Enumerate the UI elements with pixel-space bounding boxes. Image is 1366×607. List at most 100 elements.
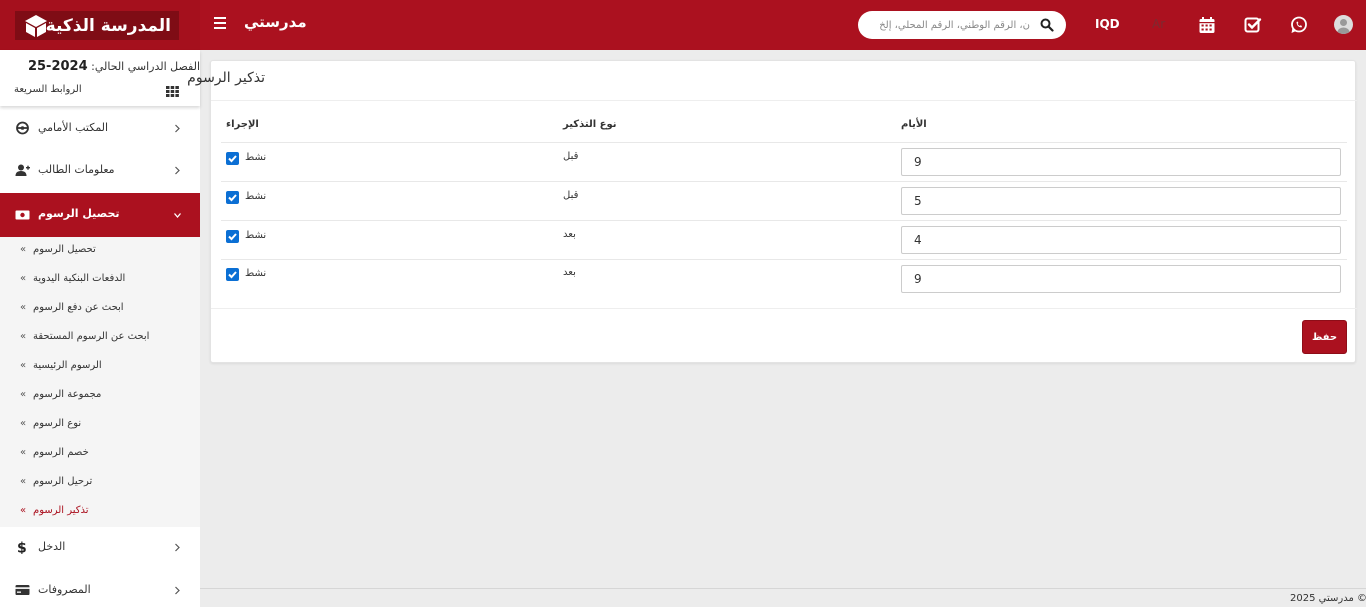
check-icon (228, 155, 237, 163)
active-checkbox[interactable] (226, 268, 239, 281)
days-input[interactable] (901, 265, 1341, 293)
quick-links-label[interactable]: الروابط السريعة (14, 84, 82, 95)
submenu-item-fees-carry-forward[interactable]: « ترحيل الرسوم (0, 469, 200, 498)
check-icon (228, 233, 237, 241)
reminder-type: قبل (563, 151, 579, 162)
active-checkbox[interactable] (226, 191, 239, 204)
submenu-label: تحصيل الرسوم (33, 244, 96, 255)
submenu-label: الرسوم الرئيسية (33, 360, 102, 371)
divider (211, 100, 1357, 101)
column-header-days: الأيام (901, 119, 927, 130)
divider (221, 259, 1347, 260)
submenu-item-collect-fees[interactable]: « تحصيل الرسوم (0, 237, 200, 266)
double-chevron-icon: « (20, 505, 27, 516)
page-footer: مدرستي 2025 © (200, 588, 1366, 607)
chevron-right-icon (175, 166, 180, 175)
save-button[interactable]: حفظ (1302, 320, 1347, 354)
language-selector[interactable]: Ar (1152, 17, 1165, 31)
app-title: مدرستي (244, 13, 307, 31)
sidebar-item-label: معلومات الطالب (38, 163, 115, 176)
school-logo-icon (25, 15, 47, 37)
column-header-action: الإجراء (226, 119, 259, 130)
submenu-item-fees-type[interactable]: « نوع الرسوم (0, 411, 200, 440)
double-chevron-icon: « (20, 418, 27, 429)
sidebar: الفصل الدراسي الحالي: 2024-25 الروابط ال… (0, 50, 200, 607)
sidebar-item-expenses[interactable]: المصروفات (0, 570, 200, 607)
sidebar-item-label: المصروفات (38, 583, 91, 596)
search-box (858, 11, 1066, 39)
divider (211, 308, 1357, 309)
double-chevron-icon: « (20, 244, 27, 255)
brand-logo-link[interactable]: المدرسة الذكية (15, 11, 179, 40)
sidebar-item-student-info[interactable]: معلومات الطالب (0, 150, 200, 192)
double-chevron-icon: « (20, 476, 27, 487)
divider (221, 142, 1347, 143)
sidebar-item-label: تحصيل الرسوم (38, 207, 120, 220)
user-icon (1337, 19, 1350, 34)
submenu-label: نوع الرسوم (33, 418, 82, 429)
fees-reminder-card: تذكير الرسوم الإجراء نوع التذكير الأيام … (187, 60, 1357, 363)
submenu-item-search-due-fees[interactable]: « ابحث عن الرسوم المستحقة (0, 324, 200, 353)
page-title: تذكير الرسوم (187, 70, 265, 86)
grid-icon[interactable] (166, 86, 179, 97)
submenu-label: الدفعات البنكية اليدوية (33, 273, 126, 284)
check-icon (228, 271, 237, 279)
submenu-label: مجموعة الرسوم (33, 389, 102, 400)
tasks-check-icon[interactable] (1244, 16, 1262, 34)
reminder-type: بعد (563, 229, 576, 240)
double-chevron-icon: « (20, 302, 27, 313)
search-icon[interactable] (1040, 18, 1054, 32)
active-label: نشط (245, 152, 267, 163)
chevron-right-icon (175, 543, 180, 552)
sidebar-item-label: الدخل (38, 540, 66, 553)
currency-selector[interactable]: IQD (1095, 17, 1120, 31)
brand-name: المدرسة الذكية (45, 15, 171, 36)
active-checkbox[interactable] (226, 152, 239, 165)
sidebar-item-front-office[interactable]: المكتب الأمامي (0, 108, 200, 150)
submenu-label: خصم الرسوم (33, 447, 89, 458)
sidebar-item-income[interactable]: الدخل $ (0, 527, 200, 569)
double-chevron-icon: « (20, 360, 27, 371)
chevron-right-icon (175, 124, 180, 133)
double-chevron-icon: « (20, 331, 27, 342)
check-icon (228, 194, 237, 202)
search-input[interactable] (868, 16, 1030, 34)
divider (221, 220, 1347, 221)
submenu-label: تذكير الرسوم (33, 505, 89, 516)
user-avatar[interactable] (1334, 15, 1353, 34)
active-label: نشط (245, 230, 267, 241)
steering-icon (16, 121, 29, 135)
reminder-type: قبل (563, 190, 579, 201)
active-checkbox[interactable] (226, 230, 239, 243)
current-semester: الفصل الدراسي الحالي: 2024-25 (14, 59, 200, 74)
menu-toggle-icon[interactable] (214, 17, 226, 31)
submenu-label: ابحث عن دفع الرسوم (33, 302, 124, 313)
semester-value: 2024-25 (27, 59, 88, 74)
days-input[interactable] (901, 226, 1341, 254)
reminder-type: بعد (563, 267, 576, 278)
submenu-item-search-fee-payment[interactable]: « ابحث عن دفع الرسوم (0, 295, 200, 324)
sidebar-item-label: المكتب الأمامي (38, 121, 109, 134)
double-chevron-icon: « (20, 447, 27, 458)
calendar-icon[interactable] (1198, 16, 1216, 34)
active-label: نشط (245, 268, 267, 279)
submenu-item-fees-master[interactable]: « الرسوم الرئيسية (0, 353, 200, 382)
submenu-label: ترحيل الرسوم (33, 476, 93, 487)
column-header-reminder-type: نوع التذكير (563, 119, 617, 130)
dollar-icon: $ (17, 541, 27, 555)
sidebar-item-fee-collection[interactable]: تحصيل الرسوم (0, 193, 200, 237)
submenu-item-fees-group[interactable]: « مجموعة الرسوم (0, 382, 200, 411)
fee-collection-submenu: « تحصيل الرسوم « الدفعات البنكية اليدوية «… (0, 237, 200, 527)
whatsapp-icon[interactable] (1290, 16, 1308, 34)
semester-panel: الفصل الدراسي الحالي: 2024-25 الروابط ال… (0, 50, 200, 106)
submenu-label: ابحث عن الرسوم المستحقة (33, 331, 150, 342)
submenu-item-fees-discount[interactable]: « خصم الرسوم (0, 440, 200, 469)
submenu-item-fees-reminder[interactable]: « تذكير الرسوم (0, 498, 200, 527)
days-input[interactable] (901, 187, 1341, 215)
divider (221, 181, 1347, 182)
double-chevron-icon: « (20, 273, 27, 284)
top-navbar: المدرسة الذكية مدرستي IQD Ar (0, 0, 1366, 50)
copyright-text: مدرستي 2025 © (1290, 593, 1366, 604)
submenu-item-manual-bank-payments[interactable]: « الدفعات البنكية اليدوية (0, 266, 200, 295)
days-input[interactable] (901, 148, 1341, 176)
